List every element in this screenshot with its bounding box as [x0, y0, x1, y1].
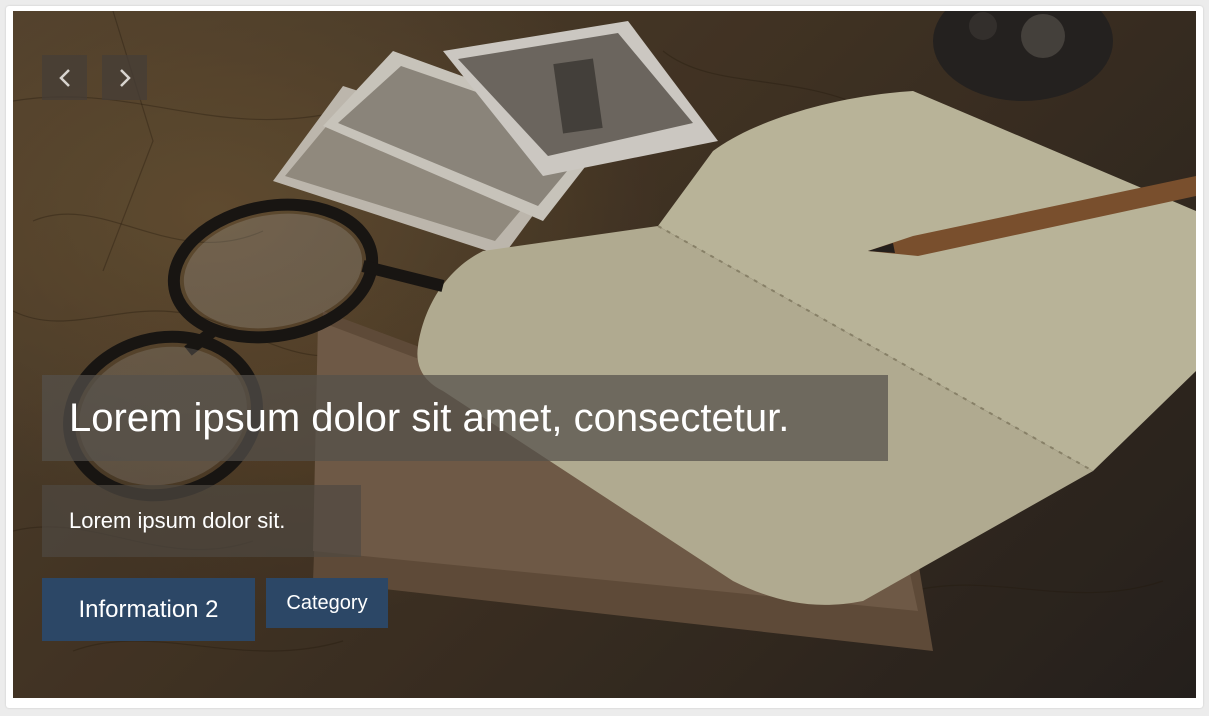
slider-slide: Lorem ipsum dolor sit amet, consectetur.…: [13, 11, 1196, 698]
chevron-right-icon: [119, 68, 131, 87]
chevron-left-icon: [58, 68, 70, 87]
slider-prev-button[interactable]: [42, 55, 87, 100]
slider-next-button[interactable]: [102, 55, 147, 100]
information-button[interactable]: Information 2: [42, 578, 255, 641]
slide-caption-title: Lorem ipsum dolor sit amet, consectetur.: [42, 375, 888, 461]
category-button[interactable]: Category: [266, 578, 388, 628]
slide-caption-subtitle: Lorem ipsum dolor sit.: [42, 485, 361, 557]
